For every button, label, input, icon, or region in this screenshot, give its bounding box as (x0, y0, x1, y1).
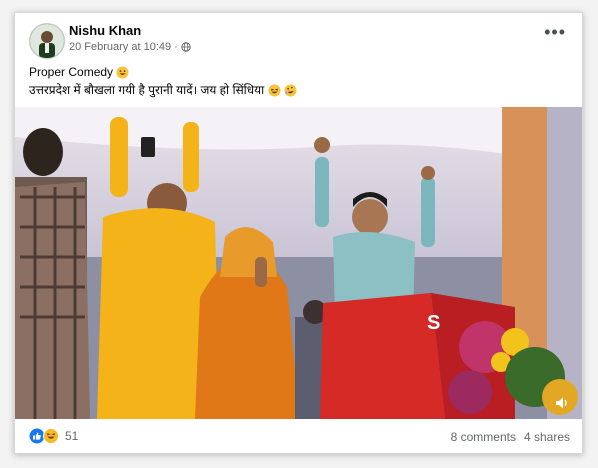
reactions[interactable]: 51 (29, 428, 78, 444)
shares-count[interactable]: 4 shares (524, 430, 570, 444)
more-options-icon[interactable]: ••• (544, 23, 566, 41)
grin-emoji-icon (116, 66, 129, 79)
reaction-count: 51 (65, 429, 79, 443)
post-text-1: Proper Comedy (29, 65, 114, 79)
post-text-line-2: उत्तरप्रदेश में बौखला गयी है पुरानी यादे… (29, 81, 297, 98)
video-frame: S (15, 107, 582, 419)
engagement-stats: 8 comments 4 shares (451, 430, 570, 444)
author-name[interactable]: Nishu Khan (69, 23, 141, 38)
globe-icon (181, 42, 191, 52)
meta-separator: · (174, 41, 178, 53)
haha-reaction-icon (43, 428, 59, 444)
comments-count[interactable]: 8 comments (451, 430, 516, 444)
post-footer: 51 8 comments 4 shares (15, 419, 582, 453)
post-timestamp[interactable]: 20 February at 10:49 (69, 41, 171, 53)
volume-icon[interactable] (554, 395, 570, 411)
post-text-line-1: Proper Comedy (29, 65, 129, 79)
post-text-2: उत्तरप्रदेश में बौखला गयी है पुरानी यादे… (29, 83, 265, 97)
post-card: Nishu Khan 20 February at 10:49 · ••• Pr… (14, 12, 583, 454)
rofl-emoji-icon (284, 84, 297, 97)
svg-text:S: S (427, 312, 440, 334)
author-avatar[interactable] (29, 23, 65, 59)
post-video[interactable]: S (15, 107, 582, 419)
post-meta: 20 February at 10:49 · (69, 41, 191, 53)
avatar-image (30, 24, 64, 58)
laughing-emoji-icon (268, 84, 281, 97)
